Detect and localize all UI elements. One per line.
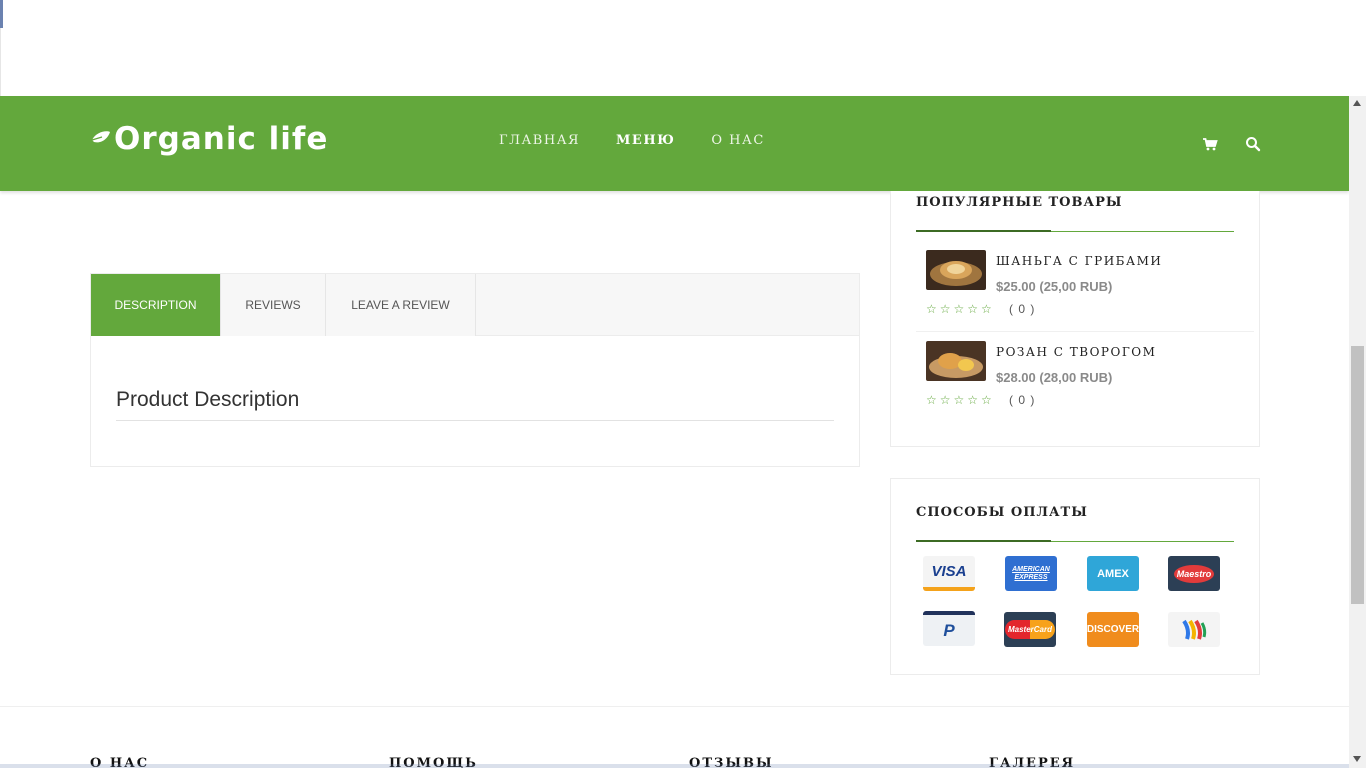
page-scrollbar[interactable] — [1349, 96, 1366, 768]
window-edge-accent — [0, 0, 3, 28]
nav-item-home[interactable]: ГЛАВНАЯ — [499, 133, 580, 148]
main-nav: ГЛАВНАЯ МЕНЮ О НАС — [499, 133, 801, 148]
site-logo[interactable]: Organic life — [90, 118, 328, 160]
widget-title: ПОПУЛЯРНЫЕ ТОВАРЫ — [916, 195, 1123, 210]
bottom-edge — [0, 764, 1349, 768]
maestro-card-icon: Maestro — [1168, 556, 1220, 591]
google-wallet-card-icon — [1168, 612, 1220, 647]
popular-products-widget: ПОПУЛЯРНЫЕ ТОВАРЫ ШАНЬГА С ГРИБАМИ $25.0… — [890, 191, 1260, 447]
discover-card-icon: DISCOVER — [1087, 612, 1139, 647]
product-price: $25.00 (25,00 RUB) — [996, 279, 1113, 294]
product-name[interactable]: РОЗАН С ТВОРОГОМ — [996, 345, 1156, 359]
footer-divider — [0, 706, 1349, 707]
scroll-down-arrow-icon[interactable] — [1353, 756, 1361, 762]
description-heading: Product Description — [116, 388, 300, 411]
search-icon[interactable] — [1245, 136, 1261, 152]
divider — [116, 420, 834, 421]
popular-product-item[interactable]: ШАНЬГА С ГРИБАМИ $25.00 (25,00 RUB) ☆☆☆☆… — [926, 250, 1256, 328]
tab-bar: DESCRIPTION REVIEWS LEAVE A REVIEW — [91, 274, 859, 336]
rating-count: ( 0 ) — [1009, 302, 1036, 316]
visa-card-icon: VISA — [923, 556, 975, 591]
popular-product-item[interactable]: РОЗАН С ТВОРОГОМ $28.00 (28,00 RUB) ☆☆☆☆… — [926, 341, 1256, 419]
scroll-up-arrow-icon[interactable] — [1353, 100, 1361, 106]
payment-methods-widget: СПОСОБЫ ОПЛАТЫ VISA AMERICAN EXPRESS AME… — [890, 478, 1260, 675]
product-price: $28.00 (28,00 RUB) — [996, 370, 1113, 385]
widget-rule-accent — [916, 540, 1051, 542]
logo-text: Organic life — [114, 121, 329, 157]
star-rating: ☆☆☆☆☆ — [926, 393, 995, 407]
tab-description[interactable]: DESCRIPTION — [91, 274, 221, 336]
tab-reviews[interactable]: REVIEWS — [221, 274, 326, 336]
tab-leave-review[interactable]: LEAVE A REVIEW — [326, 274, 476, 336]
american-express-card-icon: AMERICAN EXPRESS — [1005, 556, 1057, 591]
scroll-thumb[interactable] — [1351, 346, 1364, 604]
nav-item-about[interactable]: О НАС — [711, 133, 764, 148]
product-tabs: DESCRIPTION REVIEWS LEAVE A REVIEW Produ… — [90, 273, 860, 467]
widget-rule-accent — [916, 230, 1051, 232]
amex-card-icon: AMEX — [1087, 556, 1139, 591]
top-blank-area — [0, 0, 1349, 96]
product-thumbnail[interactable] — [926, 250, 986, 290]
item-separator — [916, 331, 1254, 332]
cart-icon[interactable] — [1202, 136, 1218, 152]
star-rating: ☆☆☆☆☆ — [926, 302, 995, 316]
widget-title: СПОСОБЫ ОПЛАТЫ — [916, 505, 1088, 520]
product-name[interactable]: ШАНЬГА С ГРИБАМИ — [996, 254, 1162, 268]
product-thumbnail[interactable] — [926, 341, 986, 381]
nav-item-menu[interactable]: МЕНЮ — [616, 133, 675, 148]
mastercard-card-icon: MasterCard — [1004, 612, 1056, 647]
leaf-icon — [91, 131, 110, 143]
paypal-card-icon: P — [923, 611, 975, 646]
site-header: Organic life ГЛАВНАЯ МЕНЮ О НАС — [0, 96, 1349, 191]
rating-count: ( 0 ) — [1009, 393, 1036, 407]
